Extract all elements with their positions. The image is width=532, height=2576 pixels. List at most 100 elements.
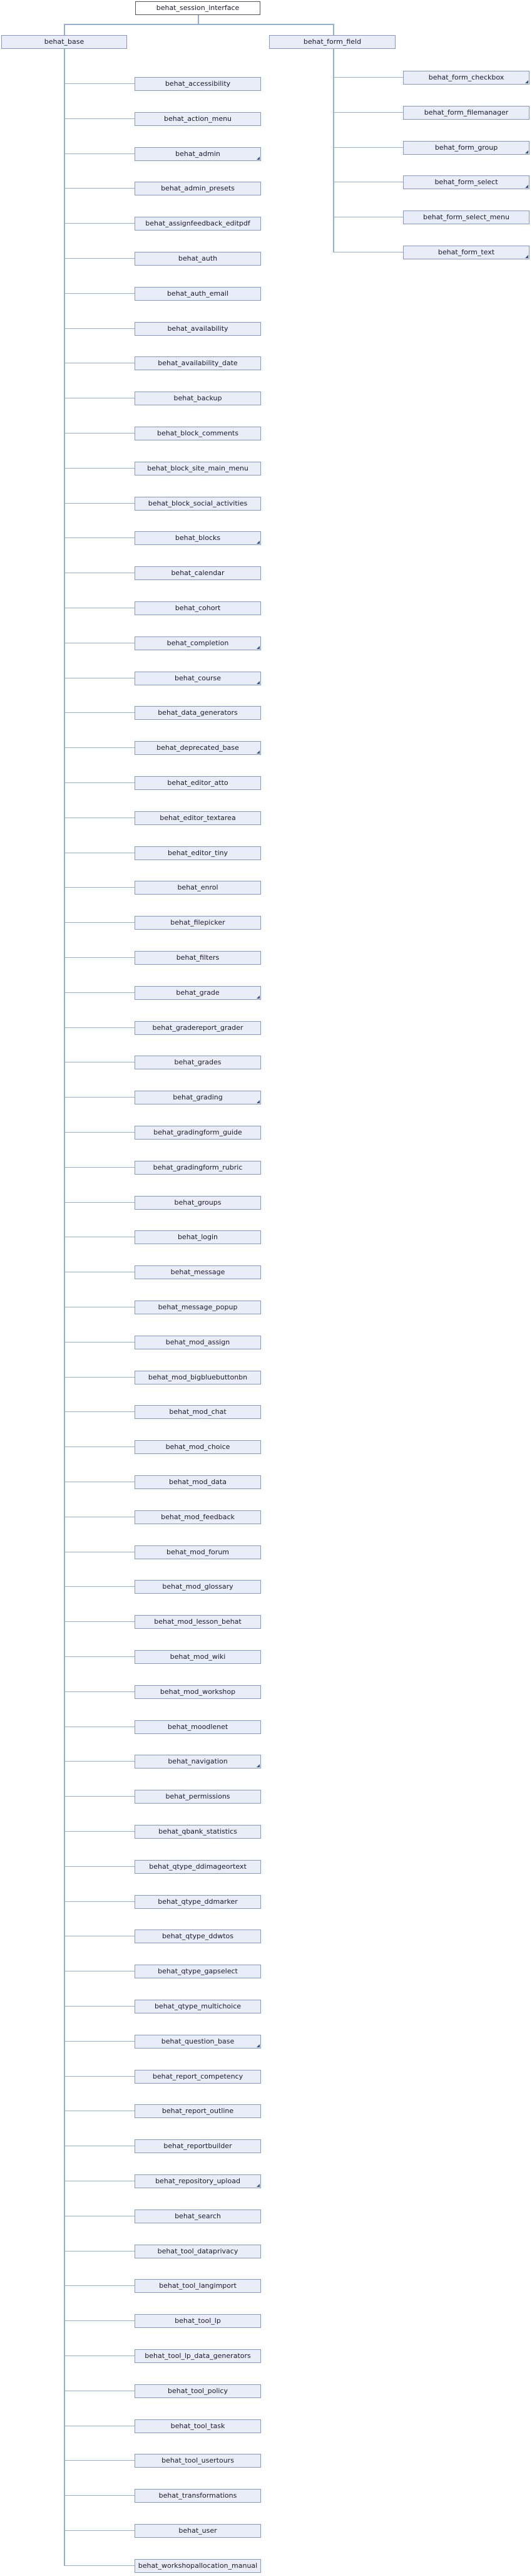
- base-child-node[interactable]: behat_message: [135, 1265, 261, 1279]
- base-child-node[interactable]: behat_transformations: [135, 2489, 261, 2503]
- base-child-node[interactable]: behat_data_generators: [135, 706, 261, 720]
- base-child-node[interactable]: behat_qtype_ddimageortext: [135, 1860, 261, 1874]
- field-child-node[interactable]: behat_form_text: [403, 246, 529, 259]
- base-child-node[interactable]: behat_permissions: [135, 1790, 261, 1804]
- base-child-node[interactable]: behat_gradingform_rubric: [135, 1161, 261, 1175]
- expand-corner-icon: [257, 541, 260, 544]
- base-branch: [64, 992, 135, 993]
- base-branch: [64, 2006, 135, 2007]
- base-child-node[interactable]: behat_deprecated_base: [135, 741, 261, 755]
- base-child-node[interactable]: behat_editor_atto: [135, 776, 261, 790]
- base-child-node[interactable]: behat_availability_date: [135, 356, 261, 370]
- field-child-node[interactable]: behat_form_select_menu: [403, 210, 529, 224]
- base-child-node[interactable]: behat_accessibility: [135, 77, 261, 91]
- base-child-node[interactable]: behat_question_base: [135, 2035, 261, 2049]
- base-child-node[interactable]: behat_tool_lp: [135, 2314, 261, 2328]
- base-child-node[interactable]: behat_editor_tiny: [135, 846, 261, 860]
- base-child-node[interactable]: behat_auth_email: [135, 287, 261, 301]
- base-child-node[interactable]: behat_block_social_activities: [135, 497, 261, 511]
- form-field-class-node[interactable]: behat_form_field: [269, 35, 396, 49]
- base-child-node[interactable]: behat_mod_forum: [135, 1545, 261, 1559]
- base-child-node[interactable]: behat_editor_textarea: [135, 811, 261, 825]
- base-branch: [64, 433, 135, 434]
- base-child-node[interactable]: behat_auth: [135, 252, 261, 266]
- base-child-node[interactable]: behat_reportbuilder: [135, 2139, 261, 2153]
- base-child-node[interactable]: behat_qtype_gapselect: [135, 1965, 261, 1978]
- base-child-node[interactable]: behat_tool_task: [135, 2419, 261, 2433]
- root-class-node[interactable]: behat_session_interface: [135, 1, 260, 15]
- base-child-node[interactable]: behat_repository_upload: [135, 2174, 261, 2188]
- base-child-node[interactable]: behat_admin_presets: [135, 182, 261, 195]
- base-child-node[interactable]: behat_grades: [135, 1056, 261, 1069]
- base-child-node[interactable]: behat_filters: [135, 951, 261, 965]
- base-child-node[interactable]: behat_message_popup: [135, 1301, 261, 1314]
- base-child-node[interactable]: behat_tool_lp_data_generators: [135, 2349, 261, 2363]
- base-child-node[interactable]: behat_mod_chat: [135, 1405, 261, 1419]
- base-branch: [64, 712, 135, 713]
- base-child-node[interactable]: behat_admin: [135, 147, 261, 161]
- base-drop: [64, 24, 65, 35]
- field-child-node[interactable]: behat_form_filemanager: [403, 106, 529, 120]
- base-child-node[interactable]: behat_mod_lesson_behat: [135, 1615, 261, 1629]
- base-child-node[interactable]: behat_gradingform_guide: [135, 1126, 261, 1140]
- base-child-node[interactable]: behat_blocks: [135, 531, 261, 545]
- base-child-node[interactable]: behat_search: [135, 2210, 261, 2223]
- base-child-node[interactable]: behat_login: [135, 1230, 261, 1244]
- base-child-node[interactable]: behat_calendar: [135, 566, 261, 580]
- base-child-node[interactable]: behat_backup: [135, 392, 261, 405]
- base-child-node[interactable]: behat_gradereport_grader: [135, 1021, 261, 1035]
- base-child-node[interactable]: behat_report_competency: [135, 2070, 261, 2084]
- expand-corner-icon: [525, 150, 528, 153]
- base-child-node[interactable]: behat_action_menu: [135, 112, 261, 126]
- base-child-node[interactable]: behat_tool_policy: [135, 2384, 261, 2398]
- base-child-node[interactable]: behat_mod_feedback: [135, 1510, 261, 1524]
- base-child-node[interactable]: behat_workshopallocation_manual: [135, 2559, 261, 2573]
- base-child-node[interactable]: behat_course: [135, 672, 261, 685]
- base-child-node[interactable]: behat_user: [135, 2524, 261, 2538]
- field-child-node[interactable]: behat_form_checkbox: [403, 71, 529, 85]
- field-child-node[interactable]: behat_form_group: [403, 141, 529, 155]
- base-child-node[interactable]: behat_completion: [135, 636, 261, 650]
- base-branch: [64, 1446, 135, 1447]
- expand-corner-icon: [257, 1764, 260, 1767]
- base-child-node[interactable]: behat_filepicker: [135, 916, 261, 930]
- base-child-node[interactable]: behat_groups: [135, 1196, 261, 1210]
- base-child-node[interactable]: behat_assignfeedback_editpdf: [135, 217, 261, 231]
- base-child-node[interactable]: behat_qtype_multichoice: [135, 2000, 261, 2013]
- base-child-node[interactable]: behat_mod_bigbluebuttonbn: [135, 1371, 261, 1384]
- base-branch: [64, 83, 135, 84]
- base-child-node[interactable]: behat_moodlenet: [135, 1720, 261, 1734]
- base-child-node[interactable]: behat_grading: [135, 1091, 261, 1104]
- base-child-node[interactable]: behat_mod_data: [135, 1475, 261, 1489]
- base-class-node[interactable]: behat_base: [1, 35, 127, 49]
- base-child-node[interactable]: behat_block_comments: [135, 427, 261, 440]
- field-branch: [334, 147, 403, 148]
- base-child-node[interactable]: behat_tool_usertours: [135, 2454, 261, 2468]
- base-child-node[interactable]: behat_mod_glossary: [135, 1580, 261, 1594]
- field-child-node[interactable]: behat_form_select: [403, 175, 529, 189]
- base-child-node[interactable]: behat_mod_workshop: [135, 1685, 261, 1699]
- base-child-node[interactable]: behat_tool_dataprivacy: [135, 2245, 261, 2258]
- base-child-node[interactable]: behat_tool_langimport: [135, 2279, 261, 2293]
- base-child-node[interactable]: behat_qtype_ddwtos: [135, 1929, 261, 1943]
- base-child-node[interactable]: behat_availability: [135, 322, 261, 336]
- base-branch: [64, 1796, 135, 1797]
- base-branch: [64, 747, 135, 748]
- base-child-node[interactable]: behat_mod_assign: [135, 1336, 261, 1349]
- field-trunk: [333, 49, 334, 252]
- base-child-node[interactable]: behat_qbank_statistics: [135, 1825, 261, 1839]
- base-branch: [64, 1097, 135, 1098]
- base-child-node[interactable]: behat_mod_wiki: [135, 1650, 261, 1664]
- base-child-node[interactable]: behat_block_site_main_menu: [135, 462, 261, 475]
- field-drop: [333, 24, 334, 35]
- base-child-node[interactable]: behat_report_outline: [135, 2104, 261, 2118]
- base-child-node[interactable]: behat_qtype_ddmarker: [135, 1895, 261, 1909]
- base-branch: [64, 1761, 135, 1762]
- base-branch: [64, 887, 135, 888]
- base-child-node[interactable]: behat_grade: [135, 986, 261, 1000]
- base-child-node[interactable]: behat_cohort: [135, 601, 261, 615]
- base-child-node[interactable]: behat_mod_choice: [135, 1440, 261, 1454]
- base-child-node[interactable]: behat_navigation: [135, 1755, 261, 1768]
- expand-corner-icon: [257, 2044, 260, 2047]
- base-child-node[interactable]: behat_enrol: [135, 881, 261, 895]
